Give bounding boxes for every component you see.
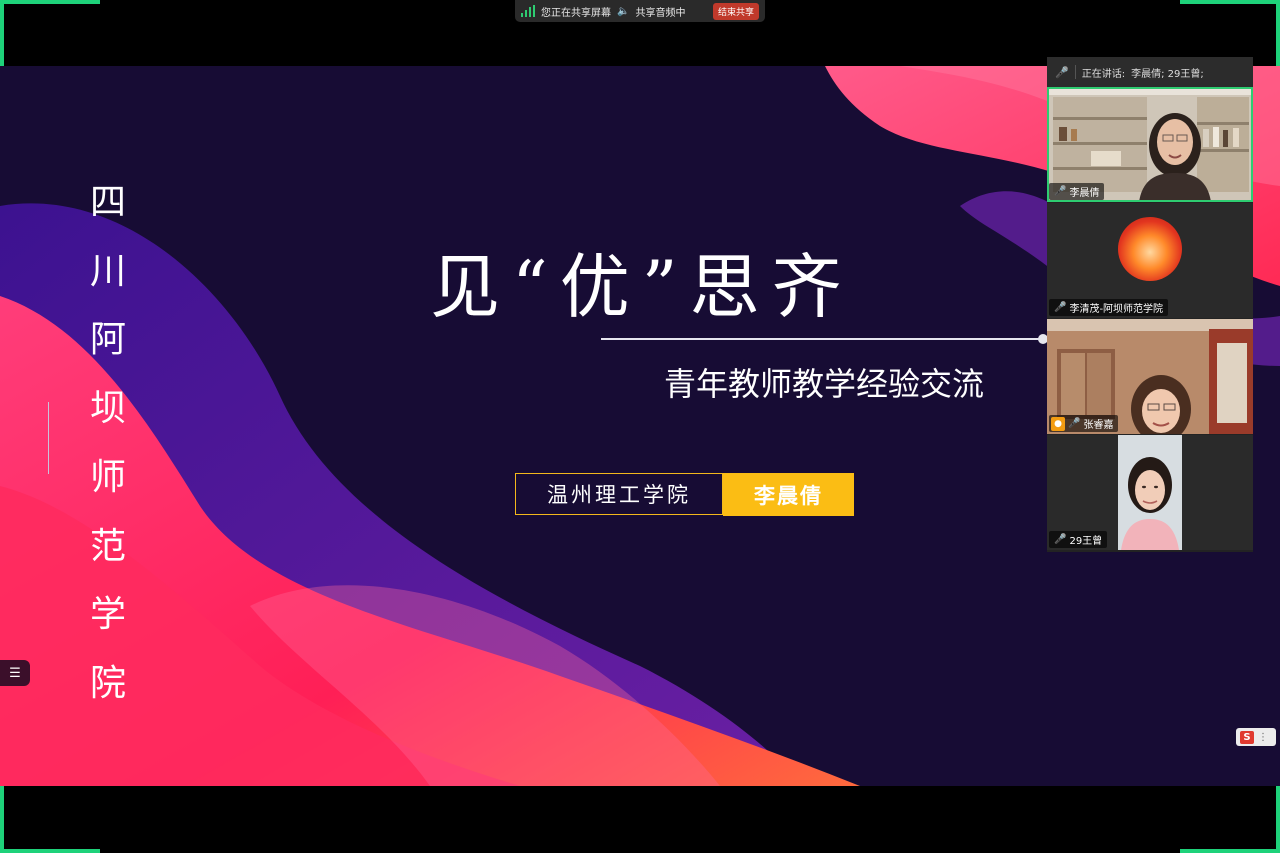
microphone-icon: 🎤 [1054,186,1067,197]
sogou-s-icon: S [1240,730,1254,744]
speaker-icon[interactable]: 🔈 [617,6,629,17]
vertical-title-char: 坝 [89,388,126,430]
vertical-title-char: 四 [89,182,126,223]
vertical-title-char: 川 [89,250,126,292]
participant-name: 29王曾 [1069,536,1103,547]
microphone-icon: 🎤 [1068,418,1081,429]
person-icon: ● [1051,416,1065,431]
input-method-badge[interactable]: S ⋮ [1236,728,1276,746]
participant-name: 张睿嘉 [1083,420,1114,431]
participant-tile[interactable]: 🎤 李清茂-阿坝师范学院 [1047,203,1253,318]
participant-label: 🎤 29王曾 [1049,531,1108,548]
participant-name: 李清茂-阿坝师范学院 [1069,304,1164,315]
microphone-icon: 🎤 [1055,65,1069,79]
sharing-status-text: 您正在共享屏幕 [541,7,611,19]
vertical-title-char: 学 [89,594,126,636]
participant-label: 🎤 李晨倩 [1049,183,1105,200]
vertical-title-char: 院 [89,662,126,704]
vertical-title-char: 范 [89,525,126,567]
microphone-icon: 🎤 [1054,534,1067,545]
divider [1074,65,1076,79]
speaking-indicator: 🎤 正在讲话: 李晨倩; 29王曾; [1047,57,1253,87]
microphone-muted-icon: 🎤 [1054,302,1067,313]
participant-label: 🎤 李清茂-阿坝师范学院 [1049,299,1169,316]
stop-share-button[interactable]: 结束共享 [712,2,759,20]
slide-subtitle: 青年教师教学经验交流 [664,365,985,403]
title-rule [601,338,1041,340]
participant-tile[interactable]: ● 🎤 张睿嘉 [1047,319,1253,434]
avatar [1118,217,1182,281]
list-icon[interactable]: ☰ [0,660,30,686]
vertical-title-char: 师 [89,456,126,498]
audio-sharing-text[interactable]: 共享音频中 [635,4,685,19]
speaking-names: 李晨倩; 29王曾; [1131,68,1204,80]
participant-tile[interactable]: 🎤 29王曾 [1047,435,1253,550]
presenter-name: 李晨倩 [723,473,854,516]
participant-name: 李晨倩 [1069,188,1100,199]
speaking-prefix: 正在讲话: [1081,68,1126,80]
vertical-title-school: 四 川 阿 坝 师 范 学 院 [88,169,128,719]
slide-title: 见“优”思齐 [430,246,854,328]
participant-tile[interactable]: 🎤 李晨倩 [1047,87,1253,202]
presenter-affiliation: 温州理工学院 [515,473,723,515]
participant-label: ● 🎤 张睿嘉 [1049,415,1119,432]
expand-icon: ⋮ [1258,731,1268,743]
signal-strength-icon [521,5,535,17]
vertical-divider [48,402,49,474]
vertical-title-char: 阿 [89,319,126,361]
participants-panel: 🎤 正在讲话: 李晨倩; 29王曾; 🎤 李晨倩 🎤 李清茂-阿坝师范学院 ● … [1047,57,1253,552]
screen-share-toolbar: 您正在共享屏幕 🔈 共享音频中 结束共享 [515,0,765,22]
